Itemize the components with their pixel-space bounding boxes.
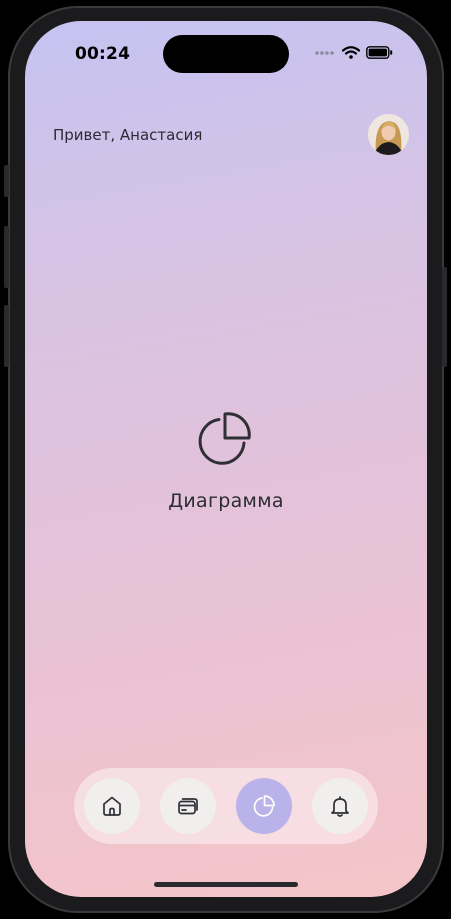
action-button [4,165,9,197]
dynamic-island [163,35,289,73]
avatar-image [368,114,409,155]
home-icon [103,796,121,816]
volume-down-button [4,305,9,367]
volume-up-button [4,226,9,288]
pie-chart-icon [198,412,251,465]
signal-icon [315,50,334,55]
wifi-icon [342,46,360,59]
battery-icon [366,46,393,59]
home-indicator[interactable] [154,882,298,887]
power-button [442,267,447,367]
screen: 00:24 Привет, Анастасия Диаграмма [25,21,427,897]
chart-label: Диаграмма [168,490,284,512]
cards-icon [178,798,198,815]
tab-bar [74,768,378,844]
tab-notifications[interactable] [312,778,368,834]
greeting-text: Привет, Анастасия [53,126,203,144]
bell-icon [331,796,349,817]
avatar[interactable] [368,114,409,155]
tab-home[interactable] [84,778,140,834]
tab-cards[interactable] [160,778,216,834]
status-time: 00:24 [75,44,131,64]
status-icons [314,46,393,59]
tab-chart[interactable] [236,778,292,834]
pie-chart-icon [253,795,275,817]
